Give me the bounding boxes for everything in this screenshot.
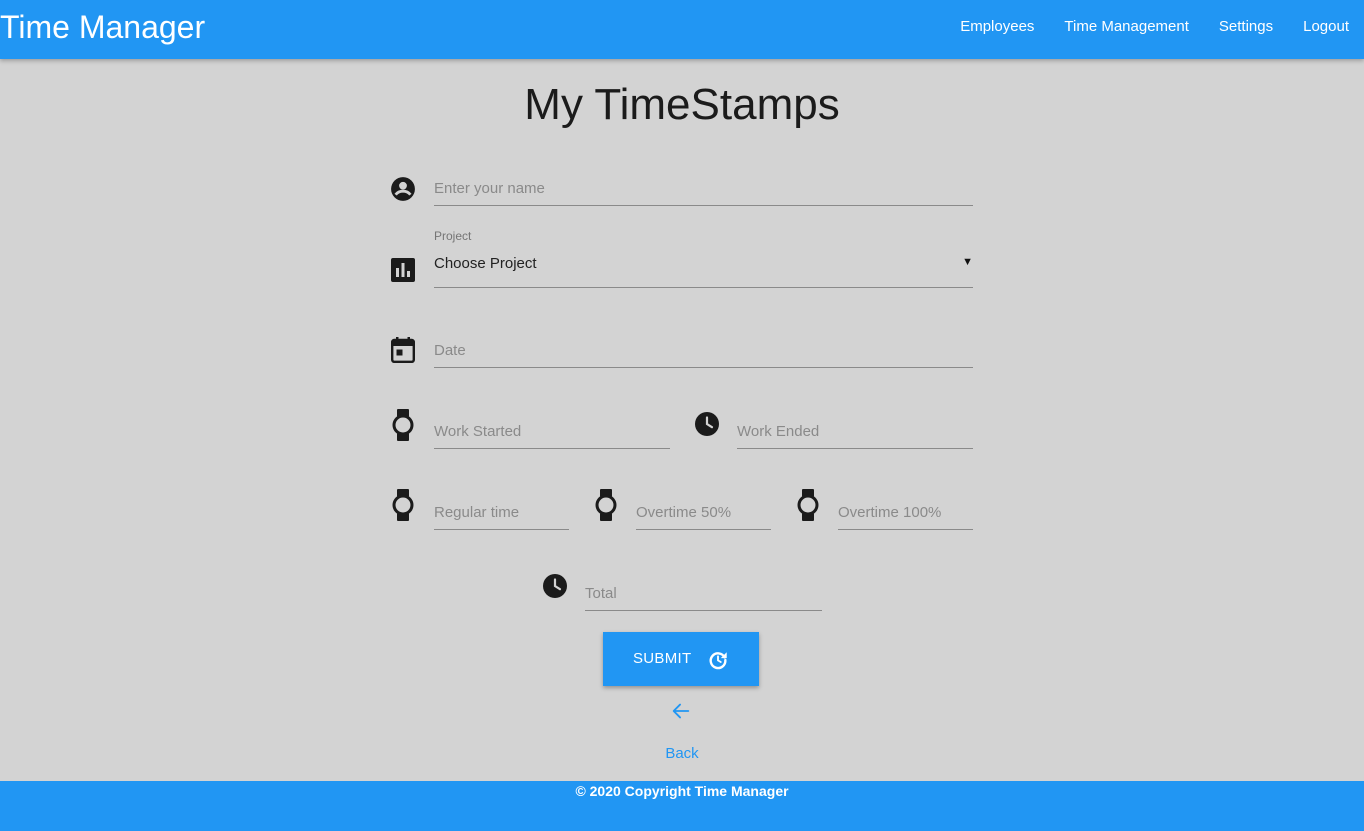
top-navbar: Time Manager Employees Time Management S… [0,0,1364,59]
account-circle-icon [390,176,416,202]
dropdown-arrow-icon: ▼ [962,256,973,268]
total-field [585,577,822,611]
refresh-icon [707,649,729,671]
clock-icon [695,412,719,436]
brand-title[interactable]: Time Manager [0,9,205,45]
nav-settings[interactable]: Settings [1219,17,1273,37]
work-ended-input[interactable] [737,415,973,448]
overtime-50-field [636,496,771,530]
regular-time-input[interactable] [434,496,569,529]
arrow-left-icon[interactable] [670,700,692,722]
total-input[interactable] [585,577,822,610]
watch-icon [797,489,819,521]
footer: © 2020 Copyright Time Manager [0,781,1364,831]
footer-copyright: © 2020 Copyright Time Manager [575,783,789,799]
work-started-input[interactable] [434,415,670,448]
work-started-field [434,415,670,449]
back-link[interactable]: Back [0,745,1364,762]
project-label: Project [434,229,472,243]
watch-icon [392,489,414,521]
name-field [434,172,973,206]
nav-logout[interactable]: Logout [1303,17,1349,37]
nav-time-management[interactable]: Time Management [1064,17,1189,37]
overtime-100-field [838,496,973,530]
nav-links: Employees Time Management Settings Logou… [930,17,1349,37]
overtime-100-input[interactable] [838,496,973,529]
watch-icon [595,489,617,521]
watch-icon [392,409,414,441]
date-input[interactable] [434,334,973,367]
work-ended-field [737,415,973,449]
overtime-50-input[interactable] [636,496,771,529]
nav-employees[interactable]: Employees [960,17,1034,37]
project-select[interactable]: Choose Project ▼ [434,252,973,288]
date-field [434,334,973,368]
calendar-icon [391,337,415,363]
page-title: My TimeStamps [524,80,840,129]
name-input[interactable] [434,172,973,205]
clock-icon [543,574,567,598]
project-select-value: Choose Project [434,255,537,272]
regular-time-field [434,496,569,530]
bar-chart-icon [391,258,415,282]
submit-label: SUBMIT [633,650,692,667]
submit-button[interactable]: SUBMIT [603,632,759,686]
